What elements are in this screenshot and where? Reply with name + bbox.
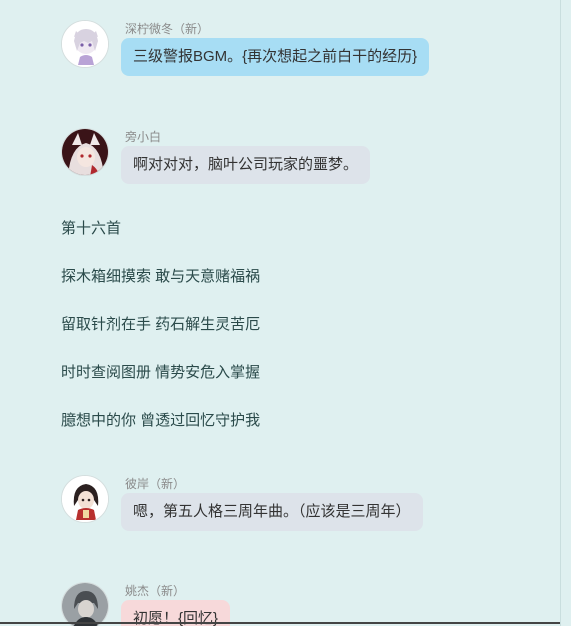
lyrics-line: 留取针剂在手 药石解生灵苦厄 <box>61 316 261 333</box>
lyrics-line: 臆想中的你 曾透过回忆守护我 <box>61 412 261 429</box>
comment-username[interactable]: 旁小白 <box>125 128 161 145</box>
comment-bubble: 嗯，第五人格三周年曲。（应该是三周年） <box>121 493 423 531</box>
avatar[interactable] <box>61 475 109 523</box>
comment-username[interactable]: 深柠微冬（新） <box>125 20 209 37</box>
lyrics-title: 第十六首 <box>61 220 122 237</box>
scroll-edge <box>560 0 561 626</box>
comment-username[interactable]: 彼岸（新） <box>125 475 185 492</box>
comment-username[interactable]: 姚杰（新） <box>125 582 185 599</box>
lyrics-line: 探木箱细摸索 敢与天意赌福祸 <box>61 268 261 285</box>
lyrics-line: 时时查阅图册 情势安危入掌握 <box>61 364 261 381</box>
comment-bubble: 三级警报BGM。{再次想起之前白干的经历} <box>121 38 430 76</box>
avatar[interactable] <box>61 582 109 626</box>
bottom-divider <box>0 622 560 624</box>
comment-thread: 深柠微冬（新） 三级警报BGM。{再次想起之前白干的经历} 旁小白 啊对对对，脑… <box>0 0 571 626</box>
avatar[interactable] <box>61 128 109 176</box>
comment-bubble: 啊对对对，脑叶公司玩家的噩梦。 <box>121 146 371 184</box>
avatar[interactable] <box>61 20 109 68</box>
